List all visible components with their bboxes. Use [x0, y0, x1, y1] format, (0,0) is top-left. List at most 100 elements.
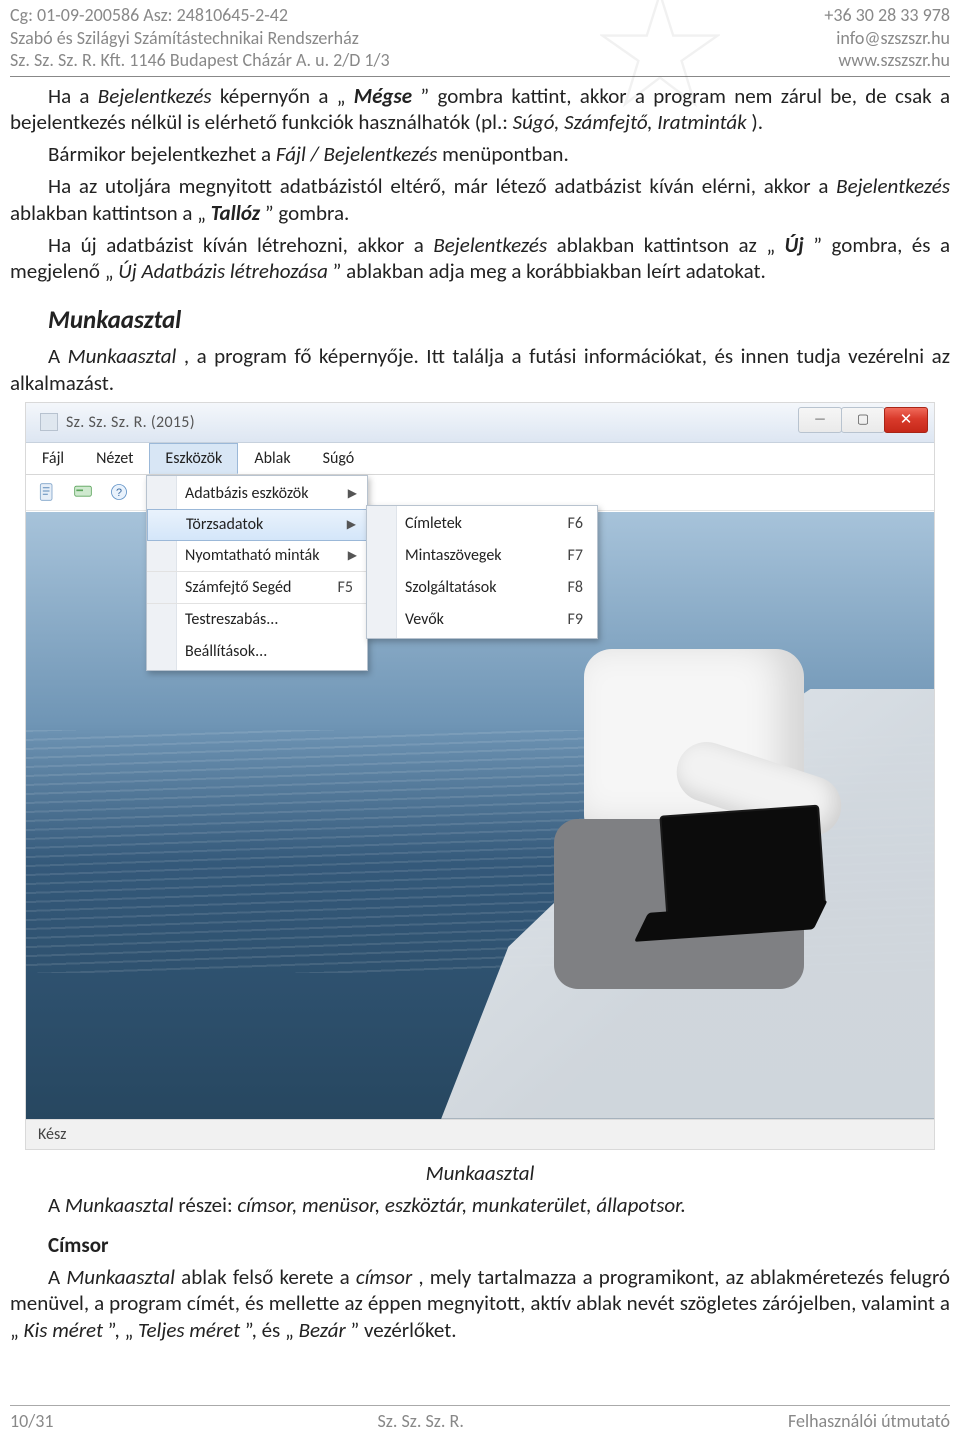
paragraph-6: A Munkaasztal részei: címsor, menüsor, e… [10, 1192, 950, 1218]
dd-label: Nyomtatható minták [185, 546, 319, 565]
paragraph-1: Ha a Bejelentkezés képernyőn a „ Mégse ”… [10, 83, 950, 136]
text: Ha az utoljára megnyitott adatbázistól e… [48, 173, 836, 199]
sm-szolgaltatasok[interactable]: Szolgáltatások F8 [367, 572, 597, 604]
dd-label: Törzsadatok [186, 515, 263, 534]
text: Bármikor bejelentkezhet a [48, 141, 276, 167]
window-title: Sz. Sz. Sz. R. (2015) [66, 413, 195, 432]
dd-testreszabas[interactable]: Testreszabás... [147, 604, 367, 636]
section-heading-munkaasztal: Munkaasztal [48, 304, 950, 335]
dd-label: Mintaszövegek [405, 546, 502, 565]
status-bar: Kész [26, 1119, 934, 1149]
text: ”, és „ [245, 1317, 294, 1343]
toolbar-help-icon[interactable]: ? [108, 481, 130, 503]
dd-beallitasok[interactable]: Beállítások... [147, 636, 367, 668]
sm-mintaszovegek[interactable]: Mintaszövegek F7 [367, 540, 597, 572]
italic-text: Bejelentkezés [433, 232, 547, 258]
text: A [48, 1264, 66, 1290]
sm-cimletek[interactable]: Címletek F6 [367, 508, 597, 540]
submenu-torzsadatok: Címletek F6 Mintaszövegek F7 Szolgáltatá… [366, 505, 598, 639]
person-illustration [524, 649, 864, 989]
bold-italic-text: Tallóz [211, 200, 260, 226]
italic-text: címsor [356, 1264, 412, 1290]
dd-shortcut: F9 [568, 610, 583, 629]
italic-text: Munkaasztal [66, 1264, 175, 1290]
menu-ablak[interactable]: Ablak [238, 443, 306, 474]
italic-text: címsor, menüsor, eszköztár, munkaterület… [237, 1192, 686, 1218]
text: ”, „ [108, 1317, 134, 1343]
italic-text: Fájl / Bejelentkezés [276, 141, 437, 167]
dd-label: Vevők [405, 610, 444, 629]
subsection-heading-cimsor: Címsor [48, 1232, 950, 1258]
menu-eszkozok[interactable]: Eszközök [149, 443, 238, 474]
close-button[interactable]: ✕ [884, 407, 928, 433]
sm-vevok[interactable]: Vevők F9 [367, 604, 597, 636]
svg-text:?: ? [116, 487, 122, 499]
menu-nezet[interactable]: Nézet [80, 443, 149, 474]
toolbar-doc-icon[interactable] [36, 481, 58, 503]
chevron-right-icon: ▶ [348, 486, 357, 501]
italic-text: Bejelentkezés [98, 83, 212, 109]
paragraph-4: Ha új adatbázist kíván létrehozni, akkor… [10, 232, 950, 285]
app-icon [40, 413, 58, 431]
text: menüpontban. [442, 141, 569, 167]
text: Ha a [48, 83, 98, 109]
dd-szamfejto-seged[interactable]: Számfejtő Segéd F5 [147, 572, 367, 604]
dd-shortcut: F8 [568, 578, 583, 597]
laptop-illustration [659, 802, 858, 955]
minimize-button[interactable]: — [798, 407, 842, 433]
dd-shortcut: F5 [338, 578, 353, 597]
close-icon: ✕ [900, 410, 913, 429]
dd-shortcut: F6 [568, 514, 583, 533]
text: ” ablakban adja meg a korábbiakban leírt… [333, 258, 766, 284]
text: ablakban kattintson a „ [10, 200, 206, 226]
paragraph-2: Bármikor bejelentkezhet a Fájl / Bejelen… [10, 141, 950, 167]
header-right-block: +36 30 28 33 978 info@szszszr.hu www.szs… [824, 4, 950, 72]
page-footer: 10/31 Sz. Sz. Sz. R. Felhasználói útmuta… [10, 1405, 950, 1432]
italic-text: Kis méret [24, 1317, 103, 1343]
maximize-button[interactable]: ▢ [841, 407, 885, 433]
page-header: Cg: 01-09-200586 Asz: 24810645-2-42 Szab… [10, 0, 950, 77]
text: képernyőn a „ [220, 83, 346, 109]
footer-center: Sz. Sz. Sz. R. [378, 1410, 464, 1432]
status-text: Kész [38, 1125, 66, 1144]
dd-label: Szolgáltatások [405, 578, 496, 597]
dropdown-eszkozok: Adatbázis eszközök ▶ Törzsadatok ▶ Nyomt… [146, 475, 368, 671]
dd-torzsadatok[interactable]: Törzsadatok ▶ [147, 509, 367, 541]
toolbar-card-icon[interactable] [72, 481, 94, 503]
window-titlebar[interactable]: Sz. Sz. Sz. R. (2015) — ▢ ✕ [26, 403, 934, 443]
dd-nyomtathato-mintak[interactable]: Nyomtatható minták ▶ [147, 540, 367, 572]
dd-label: Adatbázis eszközök [185, 484, 309, 503]
text: ablak felső kerete a [181, 1264, 356, 1290]
italic-text: Munkaasztal [65, 1192, 174, 1218]
text: részei: [178, 1192, 237, 1218]
dd-label: Testreszabás... [185, 610, 278, 629]
dd-label: Számfejtő Segéd [185, 578, 291, 597]
text: ” vezérlőket. [350, 1317, 456, 1343]
text: A [48, 343, 68, 369]
italic-text: Bezár [299, 1317, 346, 1343]
text: ). [751, 109, 763, 135]
bold-italic-text: Mégse [354, 83, 412, 109]
figure-caption: Munkaasztal [10, 1160, 950, 1186]
footer-doc-title: Felhasználói útmutató [788, 1410, 950, 1432]
text: ” gombra. [265, 200, 349, 226]
dd-label: Beállítások... [185, 642, 267, 661]
paragraph-5: A Munkaasztal , a program fő képernyője.… [10, 343, 950, 396]
italic-text: Súgó, Számfejtő, Iratminták [513, 109, 747, 135]
menu-fajl[interactable]: Fájl [26, 443, 80, 474]
footer-page-number: 10/31 [10, 1410, 53, 1432]
maximize-icon: ▢ [857, 412, 869, 427]
dd-label: Címletek [405, 514, 462, 533]
italic-text: Teljes méret [138, 1317, 240, 1343]
minimize-icon: — [814, 412, 826, 427]
paragraph-3: Ha az utoljára megnyitott adatbázistól e… [10, 173, 950, 226]
text: A [48, 1192, 65, 1218]
menu-bar: Fájl Nézet Eszközök Ablak Súgó [26, 443, 934, 475]
header-left-block: Cg: 01-09-200586 Asz: 24810645-2-42 Szab… [10, 4, 390, 72]
bold-italic-text: Új [785, 232, 804, 258]
italic-text: Új Adatbázis létrehozása [118, 258, 328, 284]
menu-sugo[interactable]: Súgó [307, 443, 371, 474]
app-screenshot: Sz. Sz. Sz. R. (2015) — ▢ ✕ Fájl Nézet E… [25, 402, 935, 1150]
dd-adatbazis-eszkozok[interactable]: Adatbázis eszközök ▶ [147, 478, 367, 510]
dd-shortcut: F7 [568, 546, 583, 565]
